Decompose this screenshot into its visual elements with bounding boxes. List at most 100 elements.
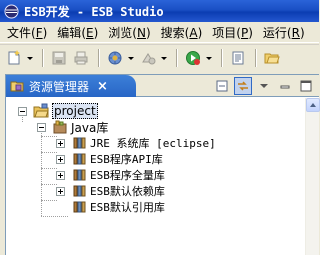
- expand-toggle[interactable]: [56, 138, 65, 148]
- toolbar-separator: [176, 49, 178, 67]
- menu-edit-accel: E: [86, 25, 94, 40]
- tree-node-esb-api-library[interactable]: ESB程序API库: [56, 151, 163, 167]
- tree-connector: [41, 136, 57, 137]
- toolbar-separator: [98, 49, 100, 67]
- view-tab-bar: 资源管理器 ×: [6, 75, 319, 97]
- expand-toggle[interactable]: [56, 154, 65, 164]
- minimize-button[interactable]: [276, 77, 294, 95]
- collapse-toggle[interactable]: [37, 122, 46, 132]
- expand-toggle[interactable]: [56, 170, 65, 180]
- open-folder-icon: [264, 53, 280, 64]
- collapse-toggle[interactable]: [18, 106, 27, 116]
- menu-edit[interactable]: 编辑(E): [52, 24, 103, 41]
- main-toolbar: [0, 44, 319, 71]
- eclipse-app-icon: [4, 4, 19, 19]
- new-wizard-icon: [8, 50, 20, 65]
- menu-project-label: 项目: [212, 25, 237, 40]
- jar-library-icon: [71, 167, 87, 183]
- jar-library-icon: [71, 199, 87, 215]
- collapse-all-button[interactable]: [213, 77, 231, 95]
- menu-search-label: 搜索: [160, 25, 185, 40]
- tab-resource-manager[interactable]: 资源管理器 ×: [6, 75, 136, 97]
- run-dropdown[interactable]: [205, 48, 213, 68]
- menu-project[interactable]: 项目(P): [207, 24, 258, 41]
- view-menu-button[interactable]: [255, 77, 273, 95]
- collapse-all-icon: [216, 80, 228, 92]
- package-explorer-icon: [10, 79, 24, 93]
- toolbar-separator: [42, 49, 44, 67]
- debug-button[interactable]: [105, 48, 125, 68]
- menu-navigate-accel: N: [136, 25, 146, 40]
- print-button[interactable]: [71, 48, 91, 68]
- toolbar-separator: [221, 49, 223, 67]
- tab-label: 资源管理器: [29, 79, 90, 94]
- minimize-icon: [280, 85, 290, 89]
- jar-library-icon: [71, 183, 87, 199]
- tree-connector: [41, 184, 57, 185]
- menu-project-accel: P: [240, 25, 249, 40]
- run-external-button[interactable]: [138, 48, 158, 68]
- package-explorer-view: 资源管理器 × project Java库 JRE 系统库 [eclipse] …: [5, 74, 320, 255]
- tree-connector: [41, 168, 57, 169]
- save-button[interactable]: [49, 48, 69, 68]
- open-type-button[interactable]: [228, 48, 248, 68]
- menu-navigate[interactable]: 浏览(N): [103, 24, 155, 41]
- jar-library-icon: [71, 151, 87, 167]
- save-icon: [52, 51, 66, 65]
- debug-icon: [108, 51, 122, 65]
- run-button[interactable]: [183, 48, 203, 68]
- run-icon: [186, 51, 200, 65]
- view-actions: [210, 77, 315, 95]
- expand-toggle[interactable]: [56, 186, 65, 196]
- external-tools-icon: [142, 53, 156, 65]
- window-title: ESB开发 - ESB Studio: [24, 4, 164, 19]
- external-tools-dropdown[interactable]: [160, 48, 168, 68]
- menu-file-label: 文件: [7, 25, 32, 40]
- view-menu-icon: [260, 84, 268, 88]
- tree-connector: [41, 128, 42, 216]
- project-tree: project Java库 JRE 系统库 [eclipse] ESB程序API…: [6, 98, 306, 255]
- open-type-icon: [232, 51, 244, 65]
- new-wizard-button[interactable]: [4, 48, 24, 68]
- link-with-editor-icon: [238, 81, 248, 91]
- jar-library-icon: [71, 135, 87, 151]
- tree-node-label: ESB默认依赖库: [90, 185, 165, 198]
- print-icon: [74, 51, 88, 65]
- menu-search-accel: A: [189, 25, 198, 40]
- scroll-up-button[interactable]: [306, 98, 320, 112]
- tree-connector: [41, 152, 57, 153]
- close-icon[interactable]: ×: [97, 79, 108, 94]
- menu-run-accel: R: [291, 25, 300, 40]
- link-with-editor-button[interactable]: [234, 77, 252, 95]
- tree-node-jre-library[interactable]: JRE 系统库 [eclipse]: [56, 135, 216, 151]
- menu-run-label: 运行: [262, 25, 287, 40]
- menu-navigate-label: 浏览: [108, 25, 133, 40]
- menu-bar: 文件(F) 编辑(E) 浏览(N) 搜索(A) 项目(P) 运行(R): [0, 22, 319, 43]
- tree-connector: [41, 200, 57, 201]
- menu-file[interactable]: 文件(F): [2, 24, 52, 41]
- maximize-button[interactable]: [297, 77, 315, 95]
- new-wizard-dropdown[interactable]: [26, 48, 34, 68]
- menu-search[interactable]: 搜索(A): [156, 24, 208, 41]
- tree-connector: [41, 216, 68, 217]
- window-title-bar[interactable]: ESB开发 - ESB Studio: [0, 0, 319, 22]
- tree-node-label: JRE 系统库 [eclipse]: [90, 137, 216, 150]
- tree-node-label: ESB程序API库: [90, 153, 163, 166]
- menu-run[interactable]: 运行(R): [258, 24, 310, 41]
- tree-node-label: project: [52, 103, 98, 119]
- project-folder-icon: [33, 103, 49, 119]
- menu-file-accel: F: [35, 25, 43, 40]
- menu-edit-label: 编辑: [57, 25, 82, 40]
- vertical-scrollbar[interactable]: [305, 98, 320, 255]
- tree-node-project[interactable]: project: [18, 103, 98, 119]
- open-folder-button[interactable]: [262, 48, 282, 68]
- tree-node-label: ESB程序全量库: [90, 169, 165, 182]
- tree-node-esb-full-library[interactable]: ESB程序全量库: [56, 167, 165, 183]
- tree-node-java-library[interactable]: Java库: [37, 119, 108, 135]
- tree-node-label: ESB默认引用库: [90, 201, 165, 214]
- debug-dropdown[interactable]: [127, 48, 135, 68]
- tree-node-esb-dependency-library[interactable]: ESB默认依赖库: [56, 183, 165, 199]
- toolbar-separator: [255, 49, 257, 67]
- tree-node-label: Java库: [71, 120, 109, 135]
- tree-node-esb-reference-library[interactable]: ESB默认引用库: [71, 199, 165, 215]
